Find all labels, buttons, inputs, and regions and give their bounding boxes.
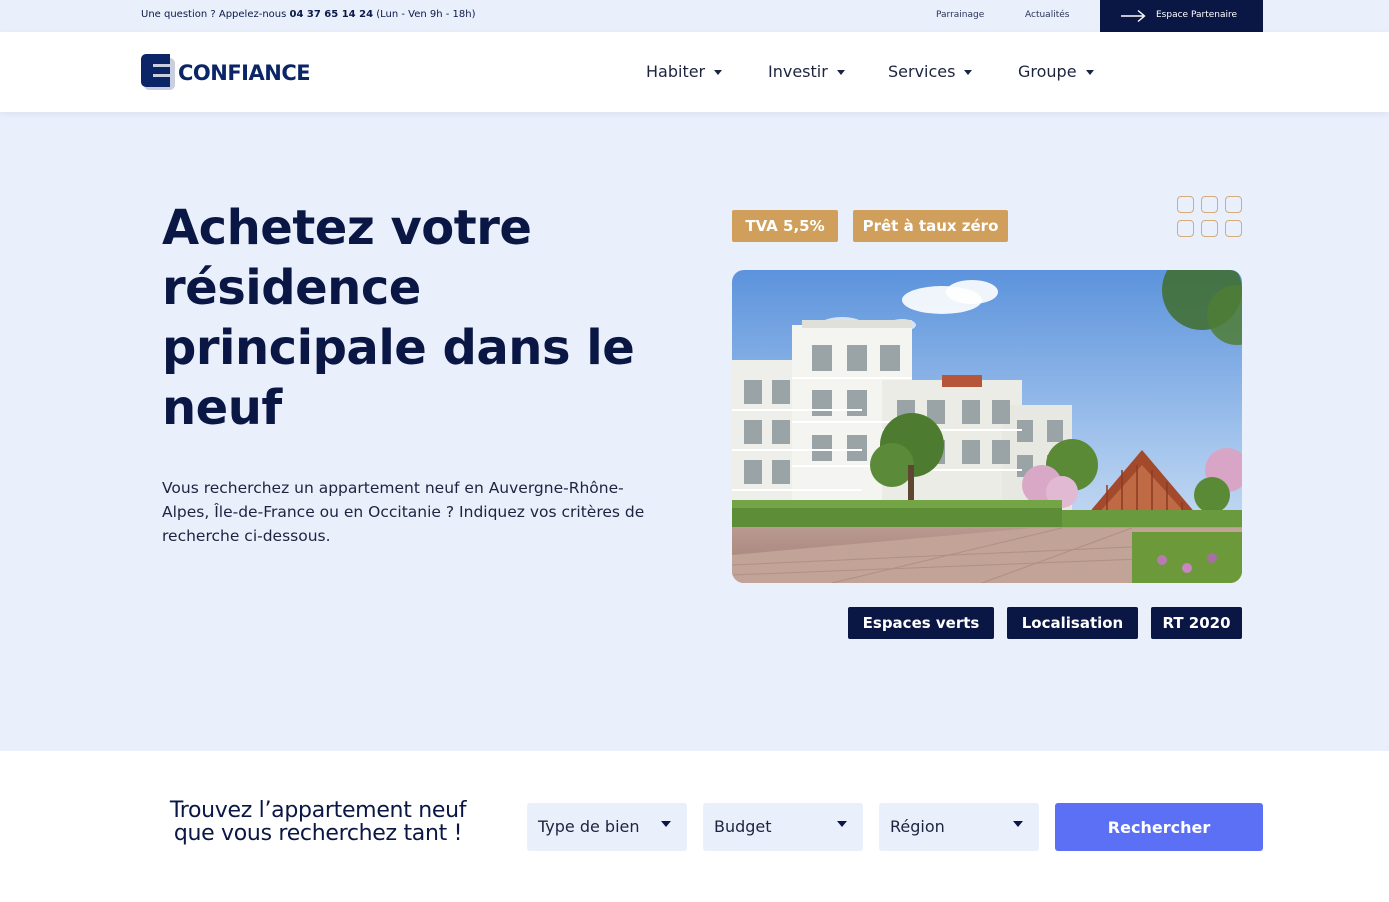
link-parrainage[interactable]: Parrainage (936, 10, 984, 20)
logo-mark-icon (141, 54, 175, 90)
nav-habiter-label: Habiter (646, 62, 706, 81)
nav-habiter[interactable]: Habiter (646, 62, 723, 81)
caret-down-icon (1085, 70, 1094, 75)
caret-down-icon (714, 70, 723, 75)
logo[interactable]: CONFIANCE (141, 54, 316, 90)
select-property-type[interactable]: Type de bien (527, 803, 687, 851)
nav-services[interactable]: Services (888, 62, 973, 81)
select-budget-value: Budget (714, 817, 772, 836)
arrow-right-icon (1121, 9, 1146, 23)
select-budget[interactable]: Budget (703, 803, 863, 851)
hero-description: Vous recherchez un appartement neuf en A… (162, 479, 645, 545)
caret-down-icon (1013, 821, 1023, 827)
tag-location: Localisation (1007, 607, 1138, 639)
search-title: Trouvez l’appartement neuf que vous rech… (169, 798, 467, 846)
select-region[interactable]: Région (879, 803, 1039, 851)
tag-ptz: Prêt à taux zéro (853, 210, 1008, 242)
contact-phone[interactable]: 04 37 65 14 24 (290, 9, 374, 20)
nav-groupe-label: Groupe (1018, 62, 1077, 81)
partner-space-label: Espace Partenaire (1156, 10, 1238, 20)
contact-prefix: Une question ? Appelez-nous (141, 9, 290, 20)
caret-down-icon (661, 821, 671, 827)
caret-down-icon (837, 821, 847, 827)
tag-green-spaces: Espaces verts (848, 607, 994, 639)
link-actualites[interactable]: Actualités (1025, 10, 1069, 20)
contact-hours: (Lun - Ven 9h - 18h) (373, 9, 476, 20)
top-bar: Une question ? Appelez-nous 04 37 65 14 … (0, 0, 1389, 32)
nav-services-label: Services (888, 62, 956, 81)
decorative-grid-icon (1177, 196, 1243, 238)
select-property-type-value: Type de bien (538, 817, 640, 836)
tag-tva: TVA 5,5% (732, 210, 838, 242)
tag-rt2020: RT 2020 (1151, 607, 1242, 639)
contact-question: Une question ? Appelez-nous 04 37 65 14 … (141, 9, 476, 20)
residence-illustration (732, 270, 1242, 583)
partner-space-button[interactable]: Espace Partenaire (1100, 0, 1263, 32)
logo-text: CONFIANCE (178, 61, 311, 85)
residence-photo (732, 270, 1242, 583)
select-region-value: Région (890, 817, 945, 836)
search-button[interactable]: Rechercher (1055, 803, 1263, 851)
caret-down-icon (964, 70, 973, 75)
caret-down-icon (836, 70, 845, 75)
nav-investir[interactable]: Investir (768, 62, 845, 81)
nav-investir-label: Investir (768, 62, 828, 81)
main-header: CONFIANCE Habiter Investir Services Grou… (0, 32, 1389, 112)
nav-groupe[interactable]: Groupe (1018, 62, 1094, 81)
hero-section: Achetez votre résidence principale dans … (0, 112, 1389, 751)
hero-title: Achetez votre résidence principale dans … (162, 200, 635, 436)
